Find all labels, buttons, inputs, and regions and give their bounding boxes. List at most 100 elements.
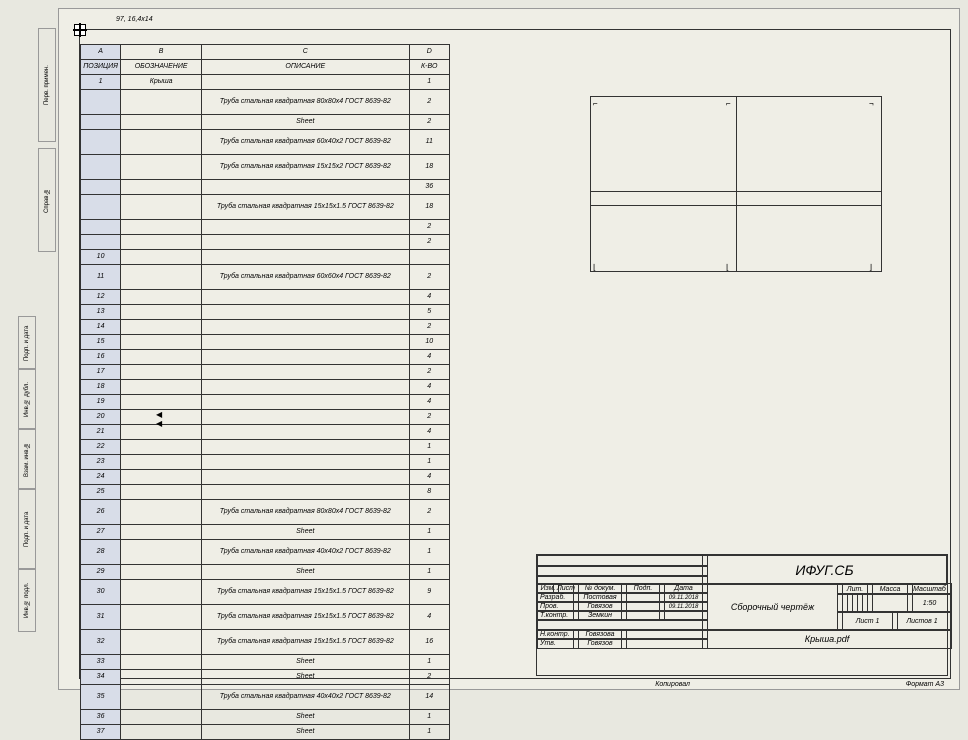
table-row[interactable]: Sheet2	[81, 115, 450, 130]
table-row[interactable]: 164	[81, 350, 450, 365]
table-row[interactable]: 172	[81, 365, 450, 380]
table-row[interactable]: 30Труба стальная квадратная 15х15х1.5 ГО…	[81, 580, 450, 605]
bom-table[interactable]: A B C D ПОЗИЦИЯ ОБОЗНАЧЕНИЕ ОПИСАНИЕ К-В…	[80, 44, 450, 740]
table-row[interactable]: 221	[81, 440, 450, 455]
table-row[interactable]: 184	[81, 380, 450, 395]
drawing-frame: 97, 16,4x14 A B C D ПОЗИЦИЯ ОБОЗНАЧЕНИЕ …	[79, 29, 951, 679]
table-row[interactable]: 34Sheet2	[81, 670, 450, 685]
table-row[interactable]: 31Труба стальная квадратная 15х15х1.5 ГО…	[81, 605, 450, 630]
title-block: ИФУГ.СБ Изм. Лист № докум. Подп. Дата Ра…	[536, 554, 948, 676]
col-letter-a: A	[81, 45, 121, 60]
col-letter-d: D	[409, 45, 450, 60]
table-row[interactable]: 27Sheet1	[81, 525, 450, 540]
table-row[interactable]: 202	[81, 410, 450, 425]
anchor-icon: ⌐	[593, 99, 603, 105]
cell-desc: Труба стальная квадратная 80х80х4 ГОСТ 8…	[202, 90, 409, 115]
table-row[interactable]: 37Sheet1	[81, 725, 450, 740]
table-row[interactable]: Труба стальная квадратная 80х80х4 ГОСТ 8…	[81, 90, 450, 115]
cell-pos: 34	[81, 670, 121, 685]
cell-desc	[202, 305, 409, 320]
cell-desig	[121, 525, 202, 540]
cell-desig	[121, 670, 202, 685]
table-row[interactable]: 29Sheet1	[81, 565, 450, 580]
cell-pos: 15	[81, 335, 121, 350]
table-row[interactable]: 28Труба стальная квадратная 40х40х2 ГОСТ…	[81, 540, 450, 565]
cell-qty: 36	[409, 180, 450, 195]
cell-pos: 36	[81, 710, 121, 725]
cell-desc	[202, 350, 409, 365]
cell-pos: 29	[81, 565, 121, 580]
dimension-label: 97, 16,4x14	[116, 16, 153, 23]
cell-desig	[121, 305, 202, 320]
table-row[interactable]: Труба стальная квадратная 15х15х2 ГОСТ 8…	[81, 155, 450, 180]
table-row[interactable]: Труба стальная квадратная 15х15х1.5 ГОСТ…	[81, 195, 450, 220]
cell-qty: 2	[409, 670, 450, 685]
cell-desig	[121, 500, 202, 525]
table-row[interactable]: 258	[81, 485, 450, 500]
table-row[interactable]: 214	[81, 425, 450, 440]
cell-desig	[121, 130, 202, 155]
table-row[interactable]: 11Труба стальная квадратная 60х60х4 ГОСТ…	[81, 265, 450, 290]
cell-desig	[121, 155, 202, 180]
cell-pos: 1	[81, 75, 121, 90]
table-row[interactable]: 32Труба стальная квадратная 15х15х1.5 ГО…	[81, 630, 450, 655]
table-row[interactable]: 33Sheet1	[81, 655, 450, 670]
cell-qty: 2	[409, 90, 450, 115]
table-row[interactable]: 10	[81, 250, 450, 265]
col-letter-c: C	[202, 45, 409, 60]
cell-pos	[81, 130, 121, 155]
cell-desc	[202, 470, 409, 485]
table-row[interactable]: 1Крыша1	[81, 75, 450, 90]
cell-pos: 28	[81, 540, 121, 565]
table-row[interactable]: 135	[81, 305, 450, 320]
cell-desig	[121, 180, 202, 195]
table-row[interactable]: 231	[81, 455, 450, 470]
cell-pos: 16	[81, 350, 121, 365]
cell-desc	[202, 380, 409, 395]
cell-pos	[81, 155, 121, 180]
cell-desc: Sheet	[202, 115, 409, 130]
sidebox: Взам. инв.№	[18, 428, 36, 490]
cell-pos	[81, 180, 121, 195]
table-row[interactable]: 124	[81, 290, 450, 305]
cell-desc	[202, 365, 409, 380]
cell-pos: 22	[81, 440, 121, 455]
hdr-qty: К-ВО	[409, 60, 450, 75]
table-row[interactable]: 1510	[81, 335, 450, 350]
cell-desig	[121, 655, 202, 670]
cell-desc	[202, 290, 409, 305]
table-row[interactable]: 194	[81, 395, 450, 410]
cell-desig	[121, 90, 202, 115]
table-row[interactable]: 2	[81, 220, 450, 235]
cell-desc	[202, 440, 409, 455]
kopiroval-label: Копировал	[655, 681, 690, 688]
cell-pos: 25	[81, 485, 121, 500]
cell-desig	[121, 320, 202, 335]
table-row[interactable]: 36Sheet1	[81, 710, 450, 725]
anchor-icon: ⌊	[726, 263, 736, 269]
cell-pos	[81, 195, 121, 220]
cell-desc	[202, 220, 409, 235]
cell-desc: Труба стальная квадратная 15х15х1.5 ГОСТ…	[202, 630, 409, 655]
table-row[interactable]: 142	[81, 320, 450, 335]
cell-pos: 13	[81, 305, 121, 320]
table-row[interactable]: 35Труба стальная квадратная 40х40х2 ГОСТ…	[81, 685, 450, 710]
table-row[interactable]: 36	[81, 180, 450, 195]
cell-desc	[202, 425, 409, 440]
move-handle-icon[interactable]	[74, 24, 86, 36]
drawing-sheet[interactable]: 97, 16,4x14 A B C D ПОЗИЦИЯ ОБОЗНАЧЕНИЕ …	[58, 8, 960, 690]
cell-pos: 20	[81, 410, 121, 425]
cell-desig	[121, 685, 202, 710]
cell-desig	[121, 235, 202, 250]
drawing-code: ИФУГ.СБ	[702, 555, 947, 585]
anchor-icon: ⌐	[726, 99, 736, 105]
table-row[interactable]: 244	[81, 470, 450, 485]
table-row[interactable]: 26Труба стальная квадратная 80х80х4 ГОСТ…	[81, 500, 450, 525]
cell-qty: 1	[409, 540, 450, 565]
cell-qty: 1	[409, 565, 450, 580]
table-row[interactable]: Труба стальная квадратная 60х40х2 ГОСТ 8…	[81, 130, 450, 155]
cell-qty: 1	[409, 725, 450, 740]
tb-scale: 1:50	[907, 593, 952, 613]
table-row[interactable]: 2	[81, 235, 450, 250]
tb-file: Крыша.pdf	[702, 629, 952, 649]
